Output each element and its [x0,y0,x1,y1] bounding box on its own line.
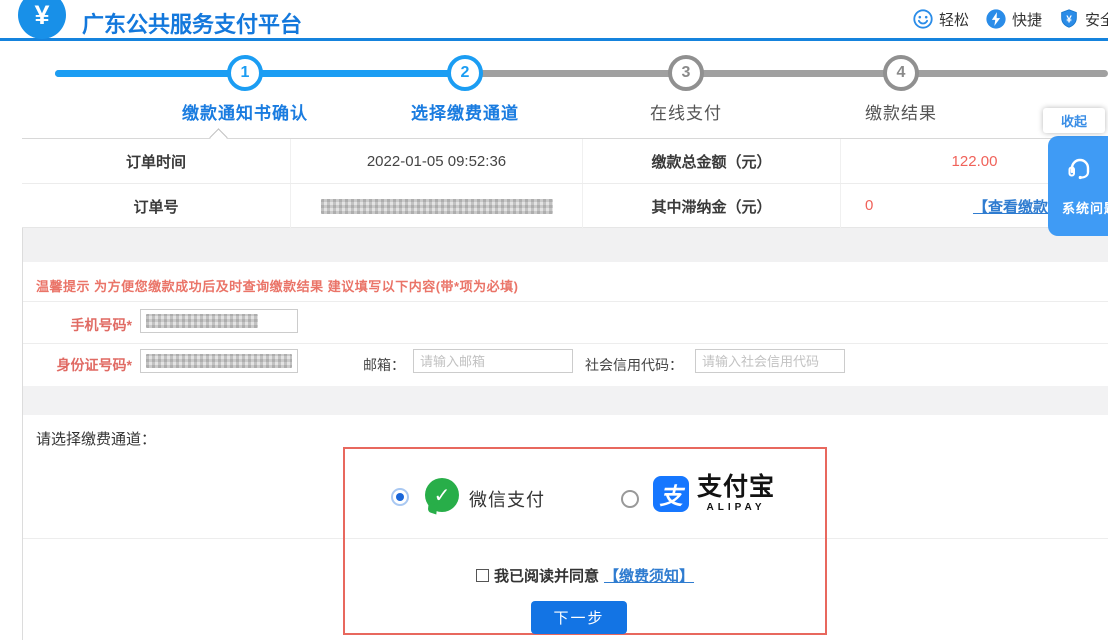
email-label: 邮箱： [363,355,405,375]
wechat-pay-label[interactable]: 微信支付 [469,486,545,512]
phone-label: 手机号码* [20,315,132,335]
stepper-track-progress [55,70,483,77]
order-time-value: 2022-01-05 09:52:36 [290,139,582,183]
section-divider-band [23,386,1108,415]
wechat-radio[interactable] [391,488,409,506]
next-step-button[interactable]: 下一步 [531,601,627,634]
order-no-label: 订单号 [22,184,290,229]
divider [23,343,1108,344]
feature-fast: 快捷 [985,8,1042,30]
help-widget-label: 系统问题 [1062,198,1108,217]
alipay-wordmark[interactable]: 支付宝 ALIPAY [697,474,775,513]
payment-platform-page: ¥ 广东公共服务支付平台 轻松 快捷 ¥ 安全 1 2 3 4 缴款通知书确认 … [0,0,1108,640]
email-input[interactable] [413,349,573,373]
payment-notice-link[interactable]: 【缴费须知】 [604,565,694,586]
credit-code-input[interactable] [695,349,845,373]
radio-dot [396,493,404,501]
divider [23,301,1108,302]
page-title: 广东公共服务支付平台 [82,7,302,39]
step-circle-4: 4 [883,55,919,91]
total-amount-label: 缴款总金额（元） [582,139,840,183]
agree-text: 我已阅读并同意 [494,565,599,586]
late-fee-value: 0 [865,197,873,214]
step-label-confirm-notice: 缴款通知书确认 [155,99,335,124]
step-circle-2: 2 [447,55,483,91]
channel-prompt: 请选择缴费通道： [36,428,156,449]
warm-notice-text: 温馨提示 为方便您缴款成功后及时查询缴款结果 建议填写以下内容(带*项为必填) [36,276,518,295]
credit-code-label: 社会信用代码： [585,355,683,375]
feature-label: 快捷 [1012,9,1042,30]
table-row: 订单号 其中滞纳金（元） 0 【查看缴款书明细】 [22,184,1108,229]
header-features: 轻松 快捷 ¥ 安全 [912,8,1108,30]
alipay-icon: 支 [653,476,689,512]
order-summary-table: 订单时间 2022-01-05 09:52:36 缴款总金额（元） 122.00… [22,138,1108,228]
collapse-button[interactable]: 收起 [1043,108,1105,133]
feature-safe: ¥ 安全 [1058,8,1108,30]
order-time-label: 订单时间 [22,139,290,183]
feature-easy: 轻松 [912,8,969,30]
step-label-select-channel: 选择缴费通道 [375,99,555,124]
feature-label: 轻松 [939,9,969,30]
headset-icon [1062,171,1098,188]
step-label-online-pay: 在线支付 [596,99,776,124]
section-divider-band [23,228,1108,262]
channel-select-box: ✓ 微信支付 支 支付宝 ALIPAY 我已阅读并同意 【缴费须知】 下一步 [343,447,827,635]
alipay-cn-label: 支付宝 [697,474,775,502]
wechat-pay-icon: ✓ [425,478,459,512]
id-number-label: 身份证号码* [20,355,132,375]
agree-checkbox[interactable] [476,569,489,582]
table-row: 订单时间 2022-01-05 09:52:36 缴款总金额（元） 122.00 [22,139,1108,184]
order-no-value [290,184,582,229]
redacted-id-value [146,354,292,368]
agree-row: 我已阅读并同意 【缴费须知】 [345,565,825,586]
step-circle-3: 3 [668,55,704,91]
redacted-order-number [321,199,553,214]
feature-label: 安全 [1085,9,1108,30]
svg-text:¥: ¥ [1066,15,1072,26]
step-label-pay-result: 缴款结果 [811,99,991,124]
alipay-radio[interactable] [621,490,639,508]
redacted-phone-value [146,314,258,328]
late-fee-label: 其中滞纳金（元） [582,184,840,229]
shield-icon: ¥ [1058,8,1080,30]
step-circle-1: 1 [227,55,263,91]
alipay-en-label: ALIPAY [697,502,775,513]
lightning-icon [985,8,1007,30]
smiley-icon [912,8,934,30]
help-widget[interactable]: 系统问题 [1048,136,1108,236]
